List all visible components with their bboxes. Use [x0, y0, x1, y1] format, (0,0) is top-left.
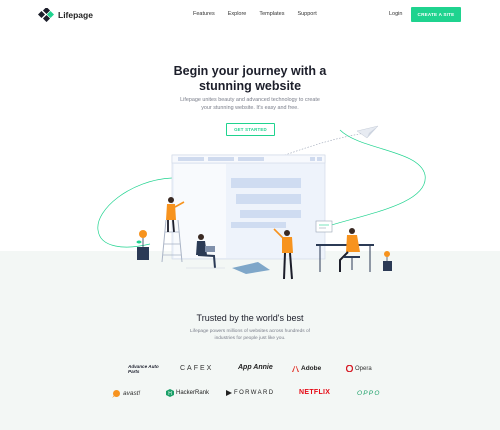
svg-text:H: H	[168, 391, 172, 397]
brand-netflix: NETFLIX	[299, 389, 331, 396]
avast-icon	[112, 390, 120, 398]
brand-adobe-label: Adobe	[301, 365, 322, 372]
brand-app-annie: App Annie	[238, 364, 273, 371]
brand-oppo: OPPO	[357, 390, 381, 397]
hackerrank-icon: H	[166, 389, 174, 397]
brand-forward: FORWARD	[226, 390, 274, 396]
brand-adobe: Adobe	[292, 365, 321, 372]
adobe-icon	[292, 365, 299, 372]
trusted-subtitle-line2: industries for people just like you.	[214, 336, 286, 341]
browser-window-illustration	[171, 154, 326, 260]
hero-illustration	[97, 125, 426, 280]
brand-avast-label: avast!	[123, 390, 141, 397]
forward-icon	[226, 390, 232, 396]
brand-hackerrank-label: HackerRank	[176, 390, 210, 396]
landing-page: Lifepage Features Explore Templates Supp…	[0, 0, 500, 430]
opera-icon	[346, 365, 353, 372]
brand-opera: Opera	[346, 365, 372, 372]
trusted-subtitle: Lifepage powers millions of websites acr…	[170, 328, 330, 342]
rug-illustration	[232, 262, 270, 274]
trusted-title: Trusted by the world's best	[196, 313, 304, 323]
brand-advance-auto-parts: Advance Auto Parts	[128, 364, 160, 374]
plant-right-illustration	[383, 251, 392, 271]
paper-plane-icon	[356, 125, 379, 139]
brand-avast: avast!	[112, 389, 140, 398]
brand-cafex: CAFEX	[180, 365, 214, 372]
brand-forward-label: FORWARD	[234, 390, 275, 396]
brand-advance-auto-parts-label: Advance Auto Parts	[128, 364, 159, 374]
brand-hackerrank: H HackerRank	[166, 389, 209, 397]
trusted-subtitle-line1: Lifepage powers millions of websites acr…	[190, 329, 310, 334]
brand-opera-label: Opera	[355, 365, 372, 372]
